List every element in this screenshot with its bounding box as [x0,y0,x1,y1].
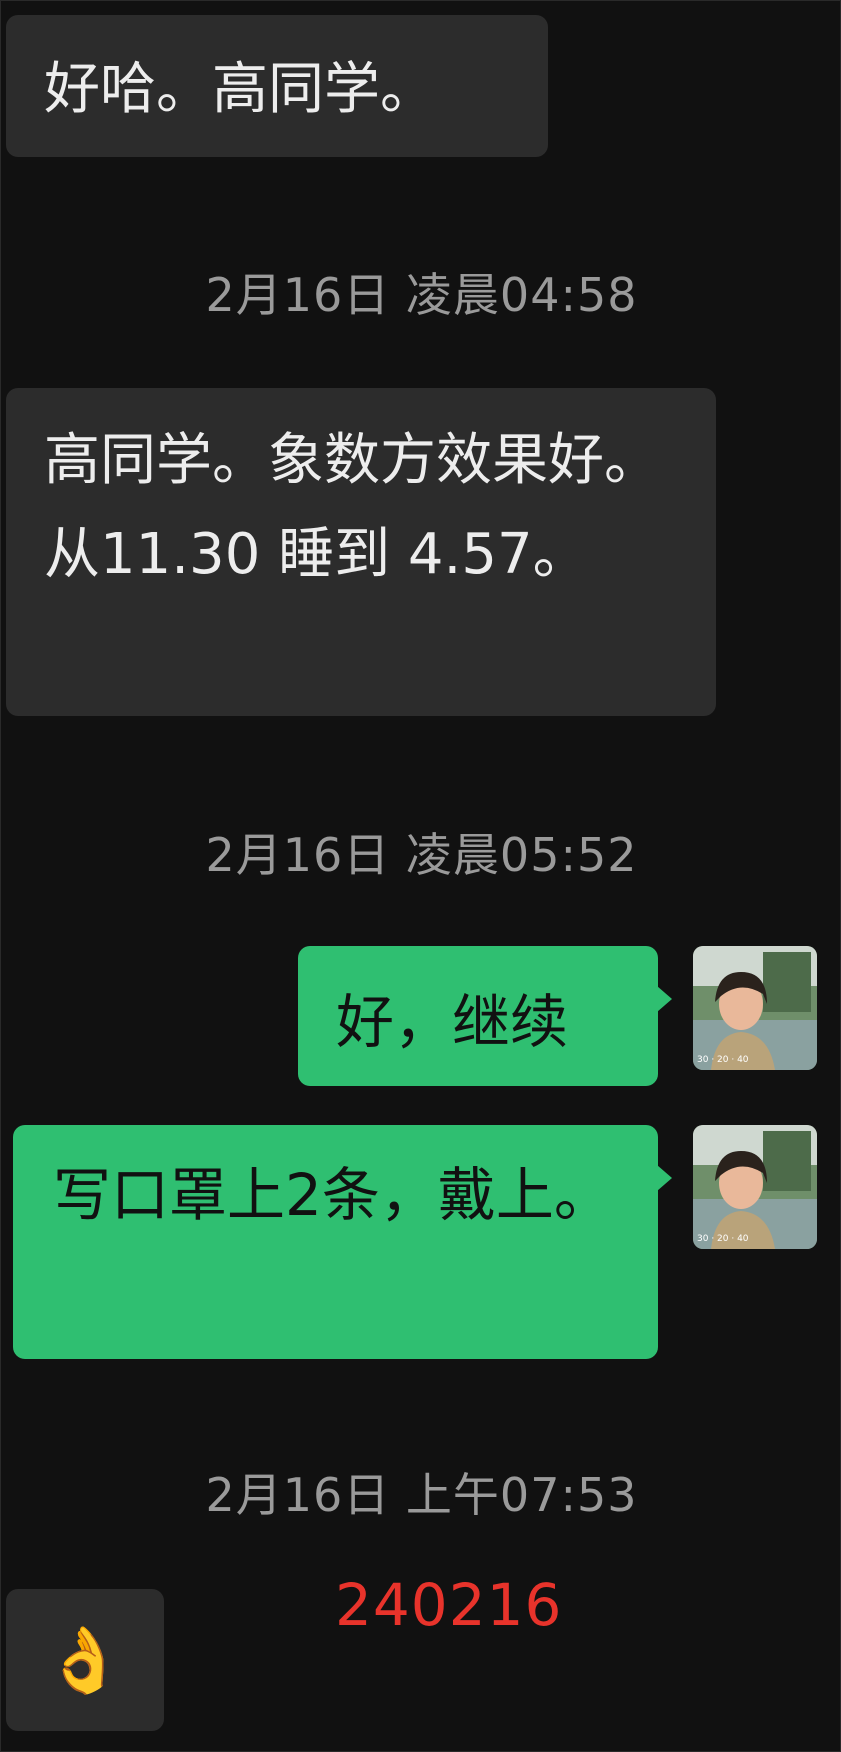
incoming-message-bubble[interactable]: 好哈。高同学。 [6,15,548,157]
message-text: 好哈。高同学。 [44,57,436,122]
message-timestamp: 2月16日 凌晨05:52 [205,828,638,882]
svg-text:30 · 20 · 40: 30 · 20 · 40 [697,1234,749,1244]
message-text: 好，继续 [336,988,569,1056]
message-timestamp: 2月16日 上午07:53 [205,1468,638,1522]
incoming-message-bubble[interactable]: 高同学。象数方效果好。从11.30 睡到 4.57。 [6,388,716,716]
avatar-photo-icon: 30 · 20 · 40 [693,1125,817,1249]
message-timestamp: 2月16日 凌晨04:58 [205,268,638,322]
message-text: 高同学。象数方效果好。从11.30 睡到 4.57。 [44,428,660,587]
avatar-photo-icon: 30 · 20 · 40 [693,946,817,1070]
ok-hand-emoji-icon: 👌 [44,1624,124,1698]
user-avatar[interactable]: 30 · 20 · 40 [693,1125,817,1249]
svg-text:30 · 20 · 40: 30 · 20 · 40 [697,1055,749,1065]
outgoing-message-bubble[interactable]: 写口罩上2条，戴上。 [13,1125,672,1359]
overlay-code: 240216 [335,1571,563,1639]
user-avatar[interactable]: 30 · 20 · 40 [693,946,817,1070]
incoming-message-bubble[interactable]: 👌 [6,1589,164,1731]
outgoing-message-bubble[interactable]: 好，继续 [298,946,672,1086]
message-text: 写口罩上2条，戴上。 [53,1161,612,1229]
chat-area: 好哈。高同学。 2月16日 凌晨04:58 高同学。象数方效果好。从11.30 … [0,0,841,1752]
